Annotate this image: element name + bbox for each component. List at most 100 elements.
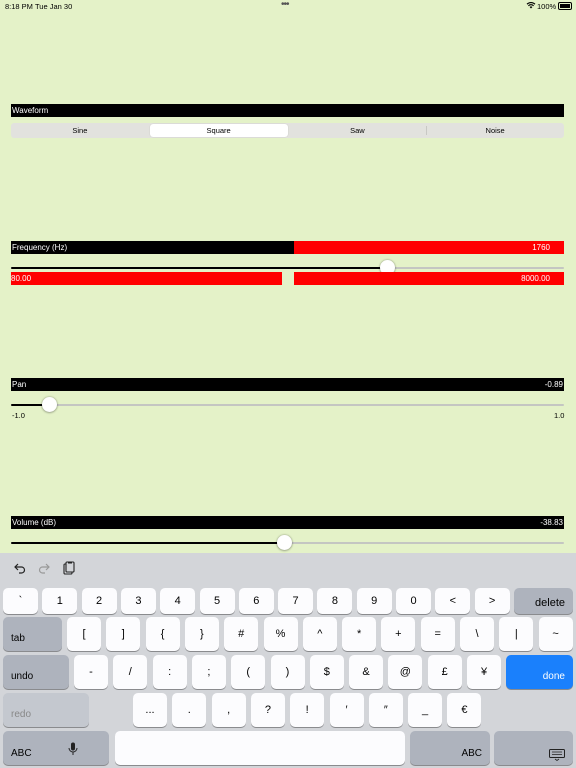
row3-key-2[interactable]: : <box>152 655 187 689</box>
pan-header: Pan -0.89 <box>11 378 564 391</box>
row1-key-9[interactable]: 9 <box>356 588 392 614</box>
undo-key[interactable]: undo <box>3 655 69 689</box>
row1-key-0[interactable]: ` <box>3 588 38 614</box>
volume-slider-fill <box>11 542 285 544</box>
row2-key-5[interactable]: % <box>263 617 298 651</box>
waveform-option-sine[interactable]: Sine <box>11 123 149 138</box>
row2-key-3[interactable]: } <box>184 617 219 651</box>
keyboard: ` 1 2 3 4 5 6 7 8 9 0 < > delete tab []{} #% ^ * + = \ | ~ u… <box>0 553 576 768</box>
battery-percentage: 100% <box>537 2 557 11</box>
waveform-option-noise[interactable]: Noise <box>426 123 564 138</box>
frequency-max-field[interactable]: 8000.00 <box>294 272 564 285</box>
row2-key-7[interactable]: * <box>342 617 377 651</box>
abc-key-left-label: ABC <box>11 748 32 759</box>
row4-key-2[interactable]: , <box>211 693 246 727</box>
row1-key-10[interactable]: 0 <box>396 588 431 614</box>
row2-key-9[interactable]: = <box>420 617 455 651</box>
row3-key-6[interactable]: $ <box>309 655 344 689</box>
frequency-slider-fill <box>11 267 388 269</box>
row1-key-3[interactable]: 3 <box>120 588 156 614</box>
waveform-label: Waveform <box>12 106 49 115</box>
row2-key-11[interactable]: | <box>499 617 534 651</box>
undo-key-label: undo <box>11 671 34 682</box>
status-date: Tue Jan 30 <box>35 2 73 11</box>
mic-icon <box>68 742 78 755</box>
row1-key-6[interactable]: 6 <box>238 588 274 614</box>
status-time: 8:18 PM <box>5 2 33 11</box>
row2-key-2[interactable]: { <box>145 617 180 651</box>
row1-key-4[interactable]: 4 <box>160 588 196 614</box>
frequency-value-field[interactable]: 1760 <box>294 241 564 254</box>
row3-key-5[interactable]: ) <box>270 655 305 689</box>
row4-key-1[interactable]: . <box>172 693 207 727</box>
row3-key-9[interactable]: £ <box>427 655 462 689</box>
row1-key-7[interactable]: 7 <box>278 588 314 614</box>
row4-key-0[interactable]: ... <box>133 693 167 727</box>
row2-key-10[interactable]: \ <box>460 617 494 651</box>
pan-value: -0.89 <box>544 380 563 389</box>
done-key-label: done <box>542 671 565 682</box>
row3-key-10[interactable]: ¥ <box>467 655 501 689</box>
row4-key-8[interactable]: € <box>447 693 482 727</box>
row1-key-11[interactable]: < <box>435 588 471 614</box>
multitasking-dots-icon[interactable]: ••• <box>281 0 289 10</box>
done-key[interactable]: done <box>506 655 573 689</box>
volume-label: Volume (dB) <box>12 518 57 527</box>
status-bar: 8:18 PM Tue Jan 30 ••• 100% <box>0 0 576 12</box>
row3-key-3[interactable]: ; <box>191 655 226 689</box>
frequency-value: 1760 <box>532 243 550 252</box>
paste-icon[interactable] <box>63 561 75 575</box>
row3-key-7[interactable]: & <box>349 655 384 689</box>
delete-key[interactable]: delete <box>514 588 573 614</box>
frequency-slider-track[interactable] <box>11 267 564 269</box>
row4-key-5[interactable]: ′ <box>329 693 364 727</box>
battery-icon <box>558 2 572 10</box>
waveform-option-square[interactable]: Square <box>149 124 288 137</box>
waveform-option-saw[interactable]: Saw <box>289 123 427 138</box>
tab-key-label: tab <box>11 633 25 644</box>
row3-key-0[interactable]: - <box>74 655 108 689</box>
row2-key-6[interactable]: ^ <box>302 617 337 651</box>
pan-slider-thumb[interactable] <box>42 397 58 412</box>
frequency-max-value: 8000.00 <box>521 274 550 283</box>
dictation-key[interactable] <box>60 731 109 765</box>
row2-key-4[interactable]: # <box>224 617 259 651</box>
row2-key-8[interactable]: + <box>381 617 416 651</box>
row4-key-7[interactable]: _ <box>408 693 443 727</box>
pan-slider-track[interactable] <box>11 404 564 406</box>
row2-key-0[interactable]: [ <box>67 617 101 651</box>
waveform-header: Waveform <box>11 104 564 117</box>
undo-icon[interactable] <box>14 562 26 574</box>
row1-key-12[interactable]: > <box>474 588 510 614</box>
space-bar[interactable] <box>115 731 405 765</box>
redo-key-label: redo <box>11 709 32 720</box>
waveform-segmented-control[interactable]: Sine Square Saw Noise <box>11 123 564 138</box>
redo-icon[interactable] <box>38 562 50 574</box>
row1-key-1[interactable]: 1 <box>42 588 78 614</box>
keyboard-dismiss-icon <box>549 749 565 761</box>
row1-key-5[interactable]: 5 <box>199 588 235 614</box>
row2-key-12[interactable]: ~ <box>538 617 573 651</box>
frequency-min-field[interactable]: 80.00 <box>11 272 282 285</box>
volume-value: -38.83 <box>540 518 563 527</box>
volume-slider-thumb[interactable] <box>277 535 293 550</box>
row3-key-4[interactable]: ( <box>231 655 266 689</box>
volume-header: Volume (dB) -38.83 <box>11 516 564 529</box>
dismiss-keyboard-key[interactable] <box>494 731 573 765</box>
frequency-min-value: 80.00 <box>11 274 32 283</box>
row4-key-4[interactable]: ! <box>290 693 325 727</box>
row4-key-6[interactable]: ″ <box>368 693 403 727</box>
row3-key-1[interactable]: / <box>113 655 148 689</box>
delete-key-label: delete <box>535 597 565 609</box>
row4-key-3[interactable]: ? <box>250 693 285 727</box>
frequency-label: Frequency (Hz) <box>12 243 68 252</box>
abc-key-right[interactable]: ABC <box>410 731 490 765</box>
pan-max-label: 1.0 <box>554 411 565 420</box>
row1-key-8[interactable]: 8 <box>317 588 353 614</box>
row2-key-1[interactable]: ] <box>106 617 141 651</box>
row3-key-8[interactable]: @ <box>388 655 423 689</box>
wifi-icon <box>526 2 536 9</box>
redo-key[interactable]: redo <box>3 693 89 727</box>
row1-key-2[interactable]: 2 <box>81 588 117 614</box>
tab-key[interactable]: tab <box>3 617 62 651</box>
